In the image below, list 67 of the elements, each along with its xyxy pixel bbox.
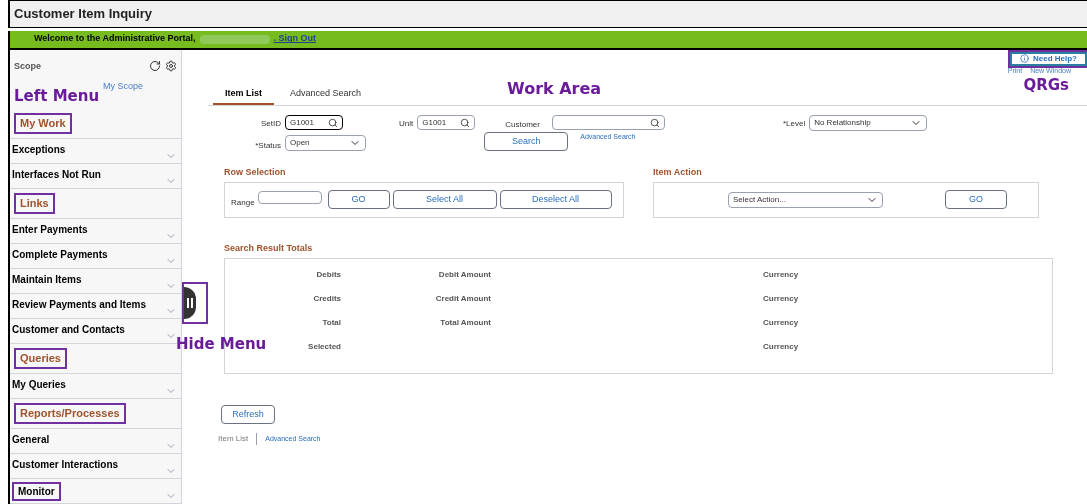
- refresh-button[interactable]: Refresh: [221, 405, 275, 425]
- total-label: Total: [322, 317, 341, 329]
- button[interactable]: GO: [327, 190, 390, 209]
- total-label: Selected: [308, 341, 341, 353]
- button[interactable]: GO: [945, 190, 1007, 209]
- section-title: Row Selection: [224, 166, 287, 179]
- field-label: *Level: [782, 118, 806, 130]
- menu-item[interactable]: Exceptions: [10, 139, 181, 164]
- tab[interactable]: Item List: [213, 86, 274, 105]
- menu-item[interactable]: Review Payments and Items: [10, 294, 181, 319]
- currency-label: Currency: [763, 341, 799, 353]
- currency-label: Currency: [763, 293, 799, 305]
- welcome-text: Welcome to the Administrative Portal,: [34, 32, 196, 46]
- menu-item[interactable]: Monitor: [10, 479, 181, 504]
- menu-item[interactable]: My Queries: [10, 374, 181, 399]
- field-label: *Status: [255, 140, 281, 152]
- status-select[interactable]: Open: [285, 135, 366, 151]
- my-scope-link[interactable]: My Scope: [103, 79, 144, 93]
- hide-menu-handle[interactable]: [182, 281, 208, 324]
- section-title: Search Result Totals: [224, 241, 314, 255]
- help-button[interactable]: Need Help?: [1010, 51, 1087, 66]
- annotation-label: QRGs: [1023, 75, 1069, 96]
- input-field[interactable]: G1001: [417, 115, 476, 130]
- section-heading: Links: [14, 193, 55, 214]
- menu-item[interactable]: Customer Interactions: [10, 454, 181, 479]
- search-icon: [328, 117, 338, 128]
- search-button[interactable]: Search: [484, 132, 569, 151]
- currency-label: Currency: [763, 317, 799, 329]
- field-label: Unit: [399, 118, 414, 130]
- annotation-label: Left Menu: [14, 85, 100, 107]
- amount-label: Total Amount: [440, 318, 491, 327]
- sidebar-title: Scope: [14, 59, 41, 73]
- refresh-icon[interactable]: [149, 60, 161, 73]
- field-label: SetID: [261, 118, 281, 130]
- amount-label: Debit Amount: [438, 270, 491, 279]
- total-label: Debits: [316, 269, 341, 281]
- field-label: Range: [231, 196, 255, 209]
- level-select[interactable]: No Relationship: [809, 115, 928, 131]
- menu-item[interactable]: General: [10, 429, 181, 454]
- tab[interactable]: Advanced Search: [278, 86, 374, 105]
- input-field[interactable]: [551, 115, 665, 130]
- title-bar: Customer Item Inquiry: [8, 0, 1087, 28]
- section-heading: Reports/Processes: [14, 403, 126, 424]
- menu-item[interactable]: Complete Payments: [10, 244, 181, 269]
- sign-out-link[interactable]: . Sign Out: [273, 32, 317, 46]
- search-icon: [649, 117, 660, 128]
- button[interactable]: Deselect All: [499, 190, 612, 209]
- section-heading: Queries: [14, 348, 67, 369]
- section-heading: My Work: [14, 113, 72, 134]
- footer-link[interactable]: Item List: [218, 433, 258, 446]
- total-label: Credits: [313, 293, 341, 305]
- menu-item[interactable]: Enter Payments: [10, 219, 181, 244]
- button[interactable]: Select All: [392, 190, 497, 209]
- redacted-name: [199, 34, 270, 44]
- action-select[interactable]: Select Action...: [728, 191, 883, 208]
- range-field[interactable]: [257, 191, 322, 204]
- settings-icon[interactable]: [165, 60, 177, 73]
- info-icon: [1020, 54, 1029, 63]
- search-icon: [460, 117, 471, 128]
- input-field[interactable]: G1001: [285, 115, 343, 130]
- amount-label: Credit Amount: [435, 294, 491, 303]
- menu-item[interactable]: Interfaces Not Run: [10, 164, 181, 189]
- section-title: Item Action: [653, 166, 703, 179]
- currency-label: Currency: [763, 269, 799, 281]
- field-label: Customer: [505, 119, 540, 131]
- menu-item[interactable]: Maintain Items: [10, 269, 181, 294]
- annotation-label: Work Area: [507, 78, 602, 100]
